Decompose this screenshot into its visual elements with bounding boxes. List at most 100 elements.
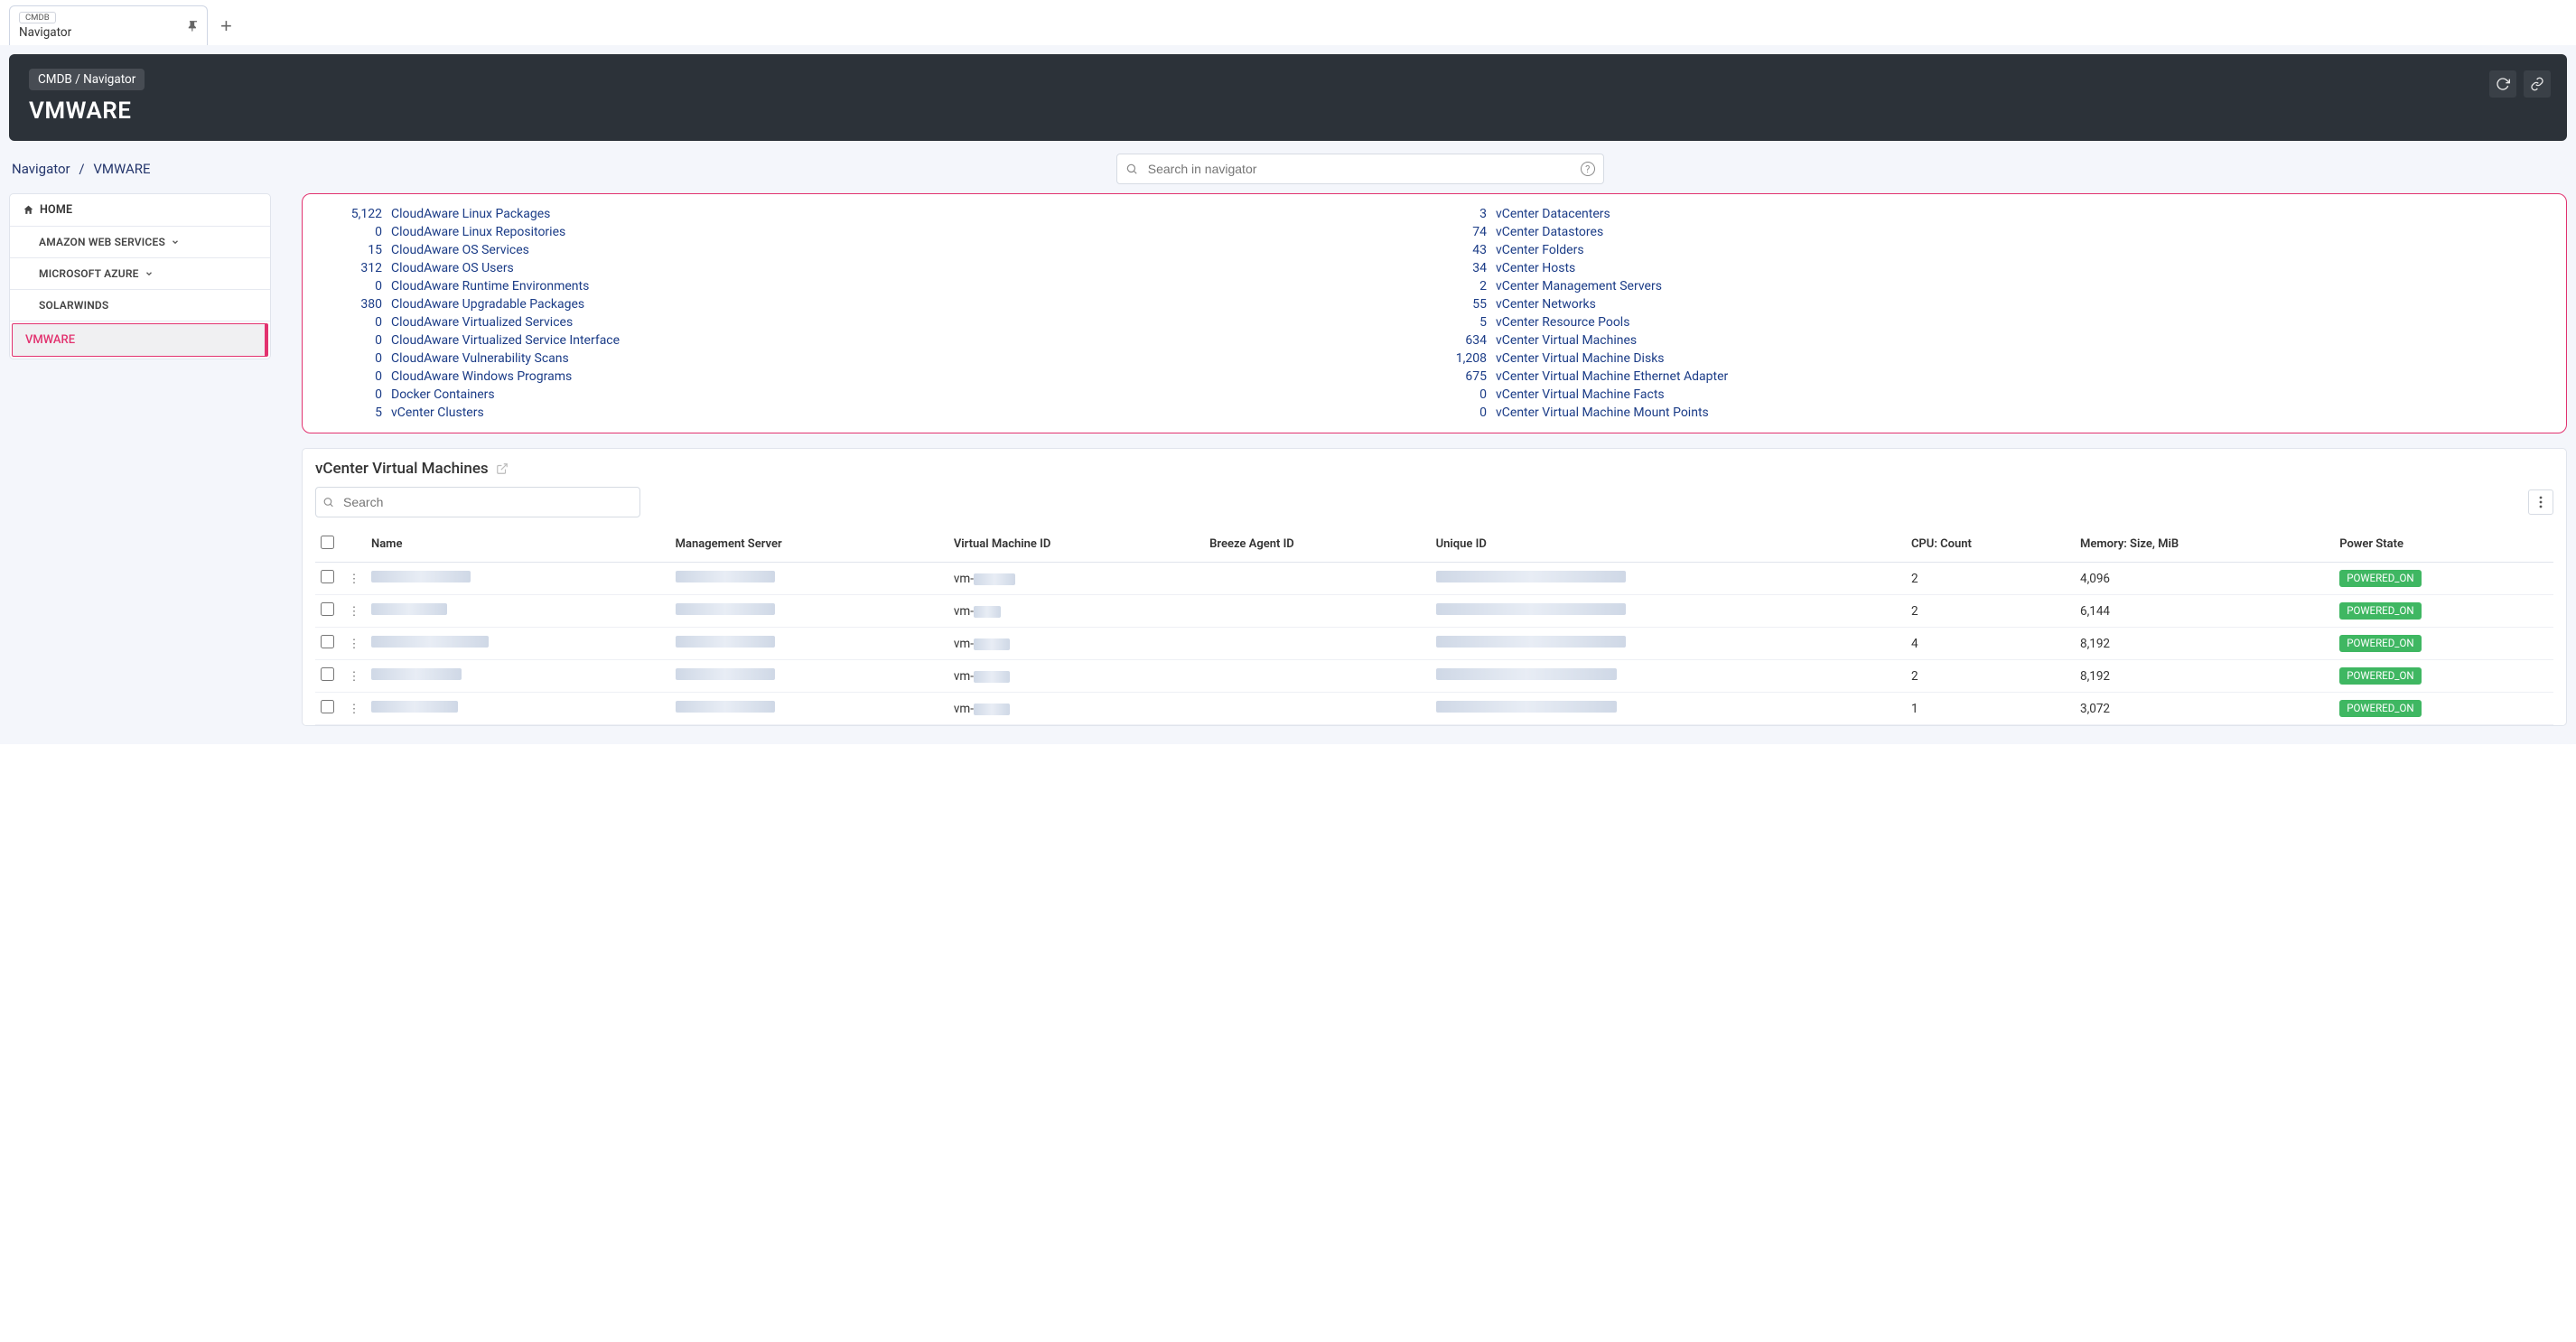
stat-row: 74vCenter Datastores (1434, 223, 2539, 241)
pin-icon[interactable] (187, 20, 200, 33)
stat-count: 5 (1434, 315, 1496, 330)
stat-count: 0 (1434, 387, 1496, 402)
stat-link[interactable]: vCenter Clusters (391, 405, 484, 420)
help-icon[interactable]: ? (1581, 162, 1595, 176)
stat-count: 675 (1434, 369, 1496, 384)
stat-link[interactable]: vCenter Virtual Machine Disks (1496, 351, 1665, 366)
stat-row: 34vCenter Hosts (1434, 259, 2539, 277)
stat-count: 2 (1434, 279, 1496, 294)
stat-link[interactable]: CloudAware Windows Programs (391, 369, 572, 384)
power-state-badge: POWERED_ON (2339, 635, 2421, 652)
stat-row: 312CloudAware OS Users (330, 259, 1434, 277)
stat-link[interactable]: CloudAware OS Services (391, 243, 529, 257)
vm-id-prefix: vm- (954, 637, 974, 651)
navigator-search-input[interactable] (1116, 154, 1604, 184)
stat-link[interactable]: vCenter Management Servers (1496, 279, 1662, 294)
column-header[interactable]: Breeze Agent ID (1204, 527, 1430, 563)
stat-count: 0 (330, 225, 391, 239)
search-icon (1125, 163, 1138, 175)
breadcrumb-root[interactable]: Navigator (12, 161, 70, 177)
cpu-count: 2 (1906, 563, 2075, 595)
column-header[interactable]: CPU: Count (1906, 527, 2075, 563)
power-state-badge: POWERED_ON (2339, 570, 2421, 587)
table-row: ⋮vm-24,096POWERED_ON (315, 563, 2553, 595)
stat-count: 1,208 (1434, 351, 1496, 366)
row-actions[interactable]: ⋮ (342, 563, 366, 595)
select-all-checkbox[interactable] (321, 536, 334, 549)
stat-link[interactable]: CloudAware Virtualized Service Interface (391, 333, 620, 348)
row-checkbox[interactable] (321, 602, 334, 616)
column-header[interactable]: Management Server (670, 527, 948, 563)
stat-link[interactable]: CloudAware Upgradable Packages (391, 297, 584, 312)
stat-link[interactable]: vCenter Virtual Machine Mount Points (1496, 405, 1709, 420)
redacted-vmid (974, 573, 1015, 585)
stat-link[interactable]: CloudAware Virtualized Services (391, 315, 573, 330)
stat-link[interactable]: CloudAware Vulnerability Scans (391, 351, 569, 366)
column-header[interactable]: Virtual Machine ID (948, 527, 1204, 563)
external-link-icon[interactable] (496, 462, 509, 475)
stat-link[interactable]: vCenter Resource Pools (1496, 315, 1629, 330)
stat-link[interactable]: vCenter Virtual Machine Ethernet Adapter (1496, 369, 1728, 384)
row-actions[interactable]: ⋮ (342, 660, 366, 693)
sidebar-item-microsoft-azure[interactable]: MICROSOFT AZURE (10, 258, 270, 290)
tab-chip: CMDB (19, 12, 56, 23)
stat-row: 5vCenter Clusters (330, 404, 1434, 422)
stat-count: 74 (1434, 225, 1496, 239)
column-header[interactable]: Memory: Size, MiB (2075, 527, 2334, 563)
memory-size: 6,144 (2075, 595, 2334, 628)
stat-link[interactable]: CloudAware Linux Repositories (391, 225, 565, 239)
sidebar-item-label: HOME (40, 203, 72, 217)
redacted-uid (1436, 701, 1617, 713)
sidebar-item-amazon-web-services[interactable]: AMAZON WEB SERVICES (10, 227, 270, 258)
breadcrumb: Navigator / VMWARE (9, 161, 154, 177)
stat-link[interactable]: vCenter Datastores (1496, 225, 1603, 239)
stat-link[interactable]: vCenter Virtual Machines (1496, 333, 1637, 348)
sidebar: HOME AMAZON WEB SERVICES MICROSOFT AZURESO… (9, 193, 271, 359)
stat-row: 0CloudAware Vulnerability Scans (330, 349, 1434, 368)
redacted-vmid (974, 704, 1010, 715)
vm-id-prefix: vm- (954, 604, 974, 619)
stat-link[interactable]: vCenter Virtual Machine Facts (1496, 387, 1665, 402)
stat-count: 15 (330, 243, 391, 257)
sidebar-item-vmware[interactable]: VMWARE (12, 323, 268, 357)
stat-link[interactable]: CloudAware Runtime Environments (391, 279, 589, 294)
redacted-name[interactable] (371, 668, 462, 680)
stat-row: 0CloudAware Runtime Environments (330, 277, 1434, 295)
sidebar-item-solarwinds[interactable]: SOLARWINDS (10, 290, 270, 322)
redacted-name[interactable] (371, 636, 489, 648)
sidebar-item-label: AMAZON WEB SERVICES (39, 236, 165, 248)
redacted-name[interactable] (371, 571, 471, 582)
stat-link[interactable]: vCenter Networks (1496, 297, 1596, 312)
stat-link[interactable]: CloudAware Linux Packages (391, 207, 550, 221)
table-row: ⋮vm-26,144POWERED_ON (315, 595, 2553, 628)
stat-link[interactable]: vCenter Hosts (1496, 261, 1575, 275)
column-header[interactable]: Name (366, 527, 670, 563)
row-actions[interactable]: ⋮ (342, 595, 366, 628)
refresh-button[interactable] (2489, 70, 2516, 98)
stat-link[interactable]: Docker Containers (391, 387, 495, 402)
row-actions[interactable]: ⋮ (342, 628, 366, 660)
column-header[interactable]: Power State (2334, 527, 2553, 563)
header-breadcrumb[interactable]: CMDB / Navigator (29, 69, 145, 90)
stat-row: 0vCenter Virtual Machine Mount Points (1434, 404, 2539, 422)
link-button[interactable] (2524, 70, 2551, 98)
stat-link[interactable]: vCenter Datacenters (1496, 207, 1610, 221)
stat-row: 5,122CloudAware Linux Packages (330, 205, 1434, 223)
table-menu-button[interactable] (2528, 489, 2553, 515)
redacted-name[interactable] (371, 701, 458, 713)
row-actions[interactable]: ⋮ (342, 693, 366, 725)
new-tab-button[interactable]: + (220, 16, 232, 36)
stat-link[interactable]: CloudAware OS Users (391, 261, 514, 275)
stat-count: 0 (330, 333, 391, 348)
table-search-input[interactable] (315, 487, 640, 517)
link-icon (2530, 77, 2544, 91)
redacted-name[interactable] (371, 603, 447, 615)
column-header[interactable]: Unique ID (1431, 527, 1906, 563)
sidebar-item-home[interactable]: HOME (10, 194, 270, 227)
stat-link[interactable]: vCenter Folders (1496, 243, 1584, 257)
row-checkbox[interactable] (321, 700, 334, 713)
tab-navigator[interactable]: CMDB Navigator (9, 5, 208, 45)
row-checkbox[interactable] (321, 570, 334, 583)
row-checkbox[interactable] (321, 635, 334, 648)
row-checkbox[interactable] (321, 667, 334, 681)
